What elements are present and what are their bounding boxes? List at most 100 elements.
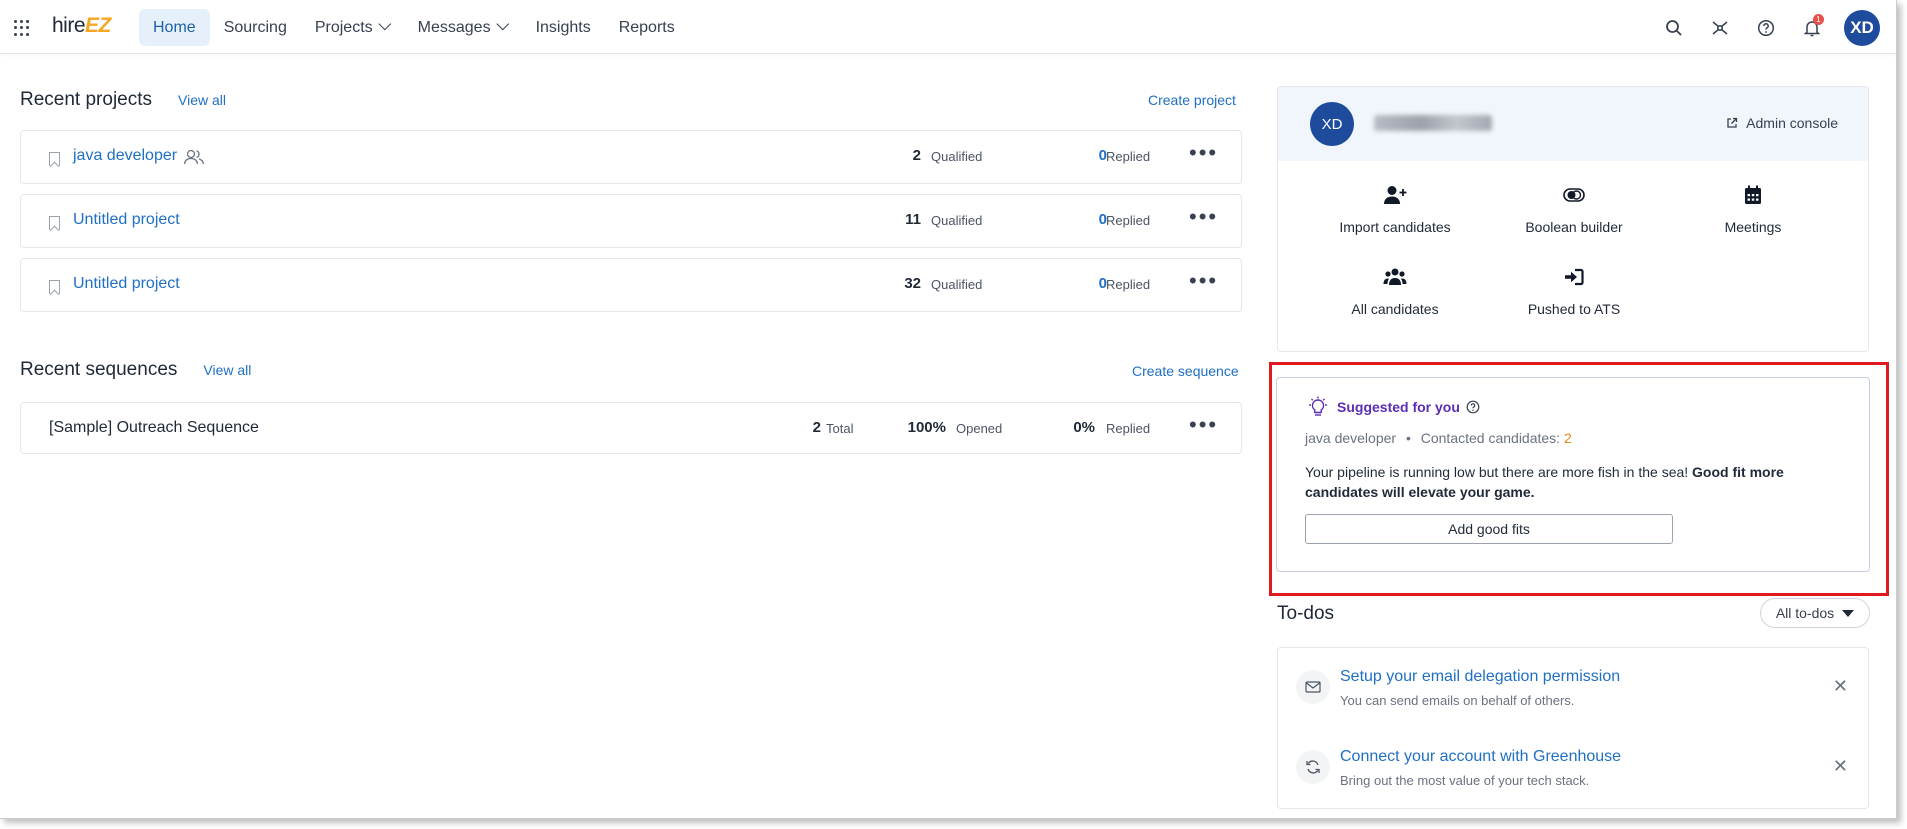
meetings-action[interactable]: Meetings bbox=[1663, 183, 1843, 235]
replied-count: 0 bbox=[1098, 275, 1107, 292]
all-candidates-action[interactable]: All candidates bbox=[1305, 265, 1485, 317]
replied-count: 0 bbox=[1098, 147, 1107, 164]
total-count: 2 bbox=[812, 419, 821, 436]
suggested-title: Suggested for you bbox=[1305, 396, 1480, 418]
profile-avatar[interactable]: XD bbox=[1310, 102, 1354, 146]
project-name-link[interactable]: java developer bbox=[73, 147, 177, 165]
todo-greenhouse-link[interactable]: Connect your account with Greenhouse bbox=[1340, 748, 1621, 766]
nav-projects[interactable]: Projects bbox=[301, 9, 404, 46]
nav-reports-label: Reports bbox=[618, 18, 675, 36]
boolean-builder-action[interactable]: Boolean builder bbox=[1484, 183, 1664, 235]
recent-sequences-header: Recent sequences View all bbox=[20, 359, 251, 381]
qualified-count: 11 bbox=[905, 211, 921, 228]
create-project-link[interactable]: Create project bbox=[1148, 92, 1236, 108]
boolean-builder-label: Boolean builder bbox=[1525, 219, 1623, 235]
todos-filter-dropdown[interactable]: All to-dos bbox=[1760, 598, 1870, 628]
profile-header: XD Admin console bbox=[1278, 87, 1868, 161]
project-row[interactable]: Untitled project 32 Qualified 0 Replied … bbox=[20, 258, 1242, 312]
todo-icon-wrap bbox=[1296, 750, 1330, 784]
calendar-icon bbox=[1745, 185, 1761, 204]
import-candidates-action[interactable]: Import candidates bbox=[1305, 183, 1485, 235]
main-nav: Home Sourcing Projects Messages Insights… bbox=[139, 9, 689, 46]
caret-down-icon bbox=[1842, 609, 1855, 617]
redacted-user-name bbox=[1374, 115, 1492, 131]
project-name-link[interactable]: Untitled project bbox=[73, 211, 180, 229]
replied-percent: 0% bbox=[1073, 419, 1095, 436]
sequences-view-all-link[interactable]: View all bbox=[203, 362, 251, 378]
integrations-button[interactable] bbox=[1706, 11, 1734, 45]
nav-home-label: Home bbox=[153, 18, 196, 36]
import-candidates-label: Import candidates bbox=[1339, 219, 1451, 235]
dismiss-todo-button[interactable]: ✕ bbox=[1833, 676, 1848, 697]
opened-label: Opened bbox=[956, 421, 1003, 436]
bookmark-icon[interactable] bbox=[49, 216, 60, 230]
help-icon bbox=[1757, 19, 1775, 37]
replied-count: 0 bbox=[1098, 211, 1107, 228]
bookmark-icon[interactable] bbox=[49, 280, 60, 294]
chevron-down-icon bbox=[378, 17, 391, 31]
add-good-fits-button[interactable]: Add good fits bbox=[1305, 514, 1673, 544]
nav-insights[interactable]: Insights bbox=[522, 9, 605, 46]
project-name-link[interactable]: Untitled project bbox=[73, 275, 180, 293]
search-button[interactable] bbox=[1660, 11, 1688, 45]
hireez-logo[interactable]: hireEZ bbox=[52, 14, 111, 38]
network-icon bbox=[1712, 21, 1728, 35]
recent-sequences-title: Recent sequences bbox=[20, 359, 178, 380]
more-options-button[interactable]: ••• bbox=[1189, 414, 1218, 436]
notifications-button[interactable]: 1 bbox=[1798, 11, 1826, 45]
suggested-title-text: Suggested for you bbox=[1337, 399, 1460, 415]
recent-projects-header: Recent projects View all bbox=[20, 89, 226, 111]
user-plus-icon bbox=[1384, 186, 1407, 204]
todo-email-delegation-link[interactable]: Setup your email delegation permission bbox=[1340, 668, 1620, 686]
dismiss-todo-button[interactable]: ✕ bbox=[1833, 756, 1848, 777]
qualified-label: Qualified bbox=[931, 277, 983, 292]
projects-view-all-link[interactable]: View all bbox=[178, 92, 226, 108]
more-options-button[interactable]: ••• bbox=[1189, 206, 1218, 228]
suggested-message: Your pipeline is running low but there a… bbox=[1305, 462, 1825, 502]
replied-label: Replied bbox=[1106, 149, 1151, 164]
bookmark-icon[interactable] bbox=[49, 152, 60, 166]
help-icon[interactable] bbox=[1466, 400, 1480, 414]
contacted-label: Contacted candidates: bbox=[1420, 430, 1561, 446]
shared-users-icon bbox=[183, 149, 205, 165]
project-row[interactable]: java developer 2 Qualified 0 Replied ••• bbox=[20, 130, 1242, 184]
app-window: hireEZ Home Sourcing Projects Messages I… bbox=[0, 0, 1897, 819]
nav-sourcing[interactable]: Sourcing bbox=[210, 9, 301, 46]
nav-actions: 1 XD bbox=[1660, 10, 1880, 46]
help-button[interactable] bbox=[1752, 11, 1780, 45]
boolean-icon bbox=[1563, 188, 1585, 202]
nav-messages[interactable]: Messages bbox=[404, 9, 522, 46]
search-icon bbox=[1666, 20, 1682, 36]
nav-reports[interactable]: Reports bbox=[605, 9, 689, 46]
sequence-row[interactable]: [Sample] Outreach Sequence 2 Total 100% … bbox=[20, 402, 1242, 454]
recent-projects-title: Recent projects bbox=[20, 89, 153, 110]
nav-home[interactable]: Home bbox=[139, 9, 210, 46]
user-avatar[interactable]: XD bbox=[1844, 10, 1880, 46]
more-options-button[interactable]: ••• bbox=[1189, 142, 1218, 164]
more-options-button[interactable]: ••• bbox=[1189, 270, 1218, 292]
opened-percent: 100% bbox=[907, 419, 946, 436]
admin-console-link[interactable]: Admin console bbox=[1726, 115, 1838, 131]
todos-title: To-dos bbox=[1277, 603, 1335, 624]
replied-label: Replied bbox=[1106, 277, 1151, 292]
qualified-label: Qualified bbox=[931, 149, 983, 164]
suggested-meta: java developer • Contacted candidates: 2 bbox=[1305, 430, 1572, 446]
create-sequence-link[interactable]: Create sequence bbox=[1132, 363, 1239, 379]
admin-console-label: Admin console bbox=[1746, 115, 1838, 131]
users-icon bbox=[1383, 268, 1407, 285]
todo-greenhouse-sub: Bring out the most value of your tech st… bbox=[1340, 773, 1590, 788]
nav-sourcing-label: Sourcing bbox=[223, 18, 287, 36]
lightbulb-icon bbox=[1309, 396, 1327, 416]
todos-filter-label: All to-dos bbox=[1775, 605, 1835, 621]
todos-card: Setup your email delegation permission Y… bbox=[1277, 647, 1869, 809]
project-row[interactable]: Untitled project 11 Qualified 0 Replied … bbox=[20, 194, 1242, 248]
chevron-down-icon bbox=[495, 17, 509, 31]
pushed-to-ats-action[interactable]: Pushed to ATS bbox=[1484, 265, 1664, 317]
profile-card: XD Admin console Import candidates Boole… bbox=[1277, 86, 1869, 352]
replied-label: Replied bbox=[1106, 421, 1151, 436]
sequence-name[interactable]: [Sample] Outreach Sequence bbox=[49, 419, 259, 437]
contacted-count: 2 bbox=[1563, 430, 1572, 446]
qualified-count: 32 bbox=[904, 275, 921, 292]
app-grid-icon[interactable] bbox=[14, 20, 30, 36]
replied-label: Replied bbox=[1106, 213, 1151, 228]
